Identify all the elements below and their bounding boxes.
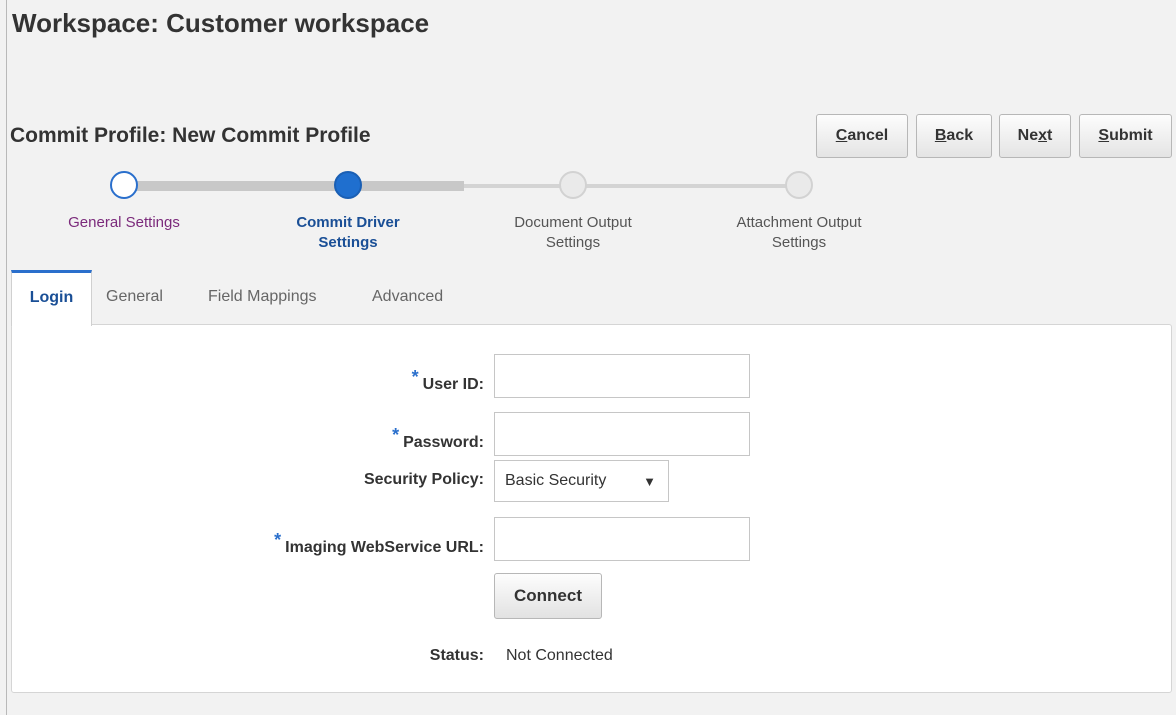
user-id-label: * User ID:: [412, 367, 484, 394]
next-prefix: Ne: [1017, 127, 1039, 144]
required-marker: *: [411, 367, 419, 387]
status-value: Not Connected: [506, 647, 613, 664]
imaging-url-label-text: Imaging WebService URL:: [285, 539, 484, 556]
password-label-text: Password:: [403, 434, 484, 451]
imaging-url-label: * Imaging WebService URL:: [274, 530, 484, 557]
train-label-line: Settings: [771, 234, 827, 251]
train-label-attachment-output[interactable]: Attachment Output Settings: [709, 213, 889, 253]
tab-advanced[interactable]: Advanced: [372, 288, 443, 306]
security-policy-select[interactable]: Basic Security ▼: [494, 460, 669, 502]
password-label: * Password:: [392, 425, 484, 452]
train-label-line: General Settings: [68, 214, 180, 231]
train-stop-document-output[interactable]: [559, 171, 587, 199]
connect-button[interactable]: Connect: [494, 573, 602, 619]
submit-button[interactable]: Submit: [1079, 114, 1172, 158]
cancel-button[interactable]: Cancel: [816, 114, 908, 158]
required-marker: *: [274, 530, 282, 550]
train-stop-attachment-output[interactable]: [785, 171, 813, 199]
train-remaining-line: [464, 184, 800, 188]
train-label-line: Commit Driver: [296, 214, 400, 231]
workspace-title: Workspace: Customer workspace: [12, 8, 430, 38]
password-field[interactable]: [494, 412, 750, 456]
train-label-line: Settings: [545, 234, 601, 251]
next-suffix: t: [1047, 127, 1053, 144]
status-label: Status:: [429, 647, 484, 664]
submit-mnemonic: S: [1098, 127, 1110, 144]
train-stop-commit-driver: [334, 171, 362, 199]
train-label-line: Settings: [318, 234, 378, 251]
security-policy-value: Basic Security: [505, 472, 607, 489]
train-label-document-output[interactable]: Document Output Settings: [483, 213, 663, 253]
user-id-field[interactable]: [494, 354, 750, 398]
dropdown-arrow-icon: ▼: [643, 473, 656, 489]
submit-label: ubmit: [1109, 127, 1153, 144]
train-label-general-settings[interactable]: General Settings: [34, 213, 214, 233]
train-label-line: Document Output: [514, 214, 632, 231]
back-button[interactable]: Back: [916, 114, 992, 158]
page-title: Commit Profile: New Commit Profile: [10, 124, 371, 147]
cancel-label: ancel: [847, 127, 889, 144]
train-label-commit-driver: Commit Driver Settings: [258, 213, 438, 253]
imaging-url-field[interactable]: [494, 517, 750, 561]
back-label: ack: [946, 127, 974, 144]
security-policy-label: Security Policy:: [363, 471, 484, 488]
tab-login[interactable]: Login: [11, 270, 92, 326]
next-mnemonic: x: [1038, 127, 1048, 144]
user-id-label-text: User ID:: [422, 376, 484, 393]
tab-connector: [12, 322, 91, 327]
train-label-line: Attachment Output: [736, 214, 862, 231]
cancel-mnemonic: C: [835, 127, 848, 144]
train-stop-general-settings[interactable]: [110, 171, 138, 199]
back-mnemonic: B: [934, 127, 947, 144]
required-marker: *: [392, 425, 400, 445]
train-progress-line: [124, 181, 464, 191]
next-button[interactable]: Ne x t: [999, 114, 1071, 158]
tab-general[interactable]: General: [106, 288, 163, 306]
tab-field-mappings[interactable]: Field Mappings: [208, 288, 317, 306]
